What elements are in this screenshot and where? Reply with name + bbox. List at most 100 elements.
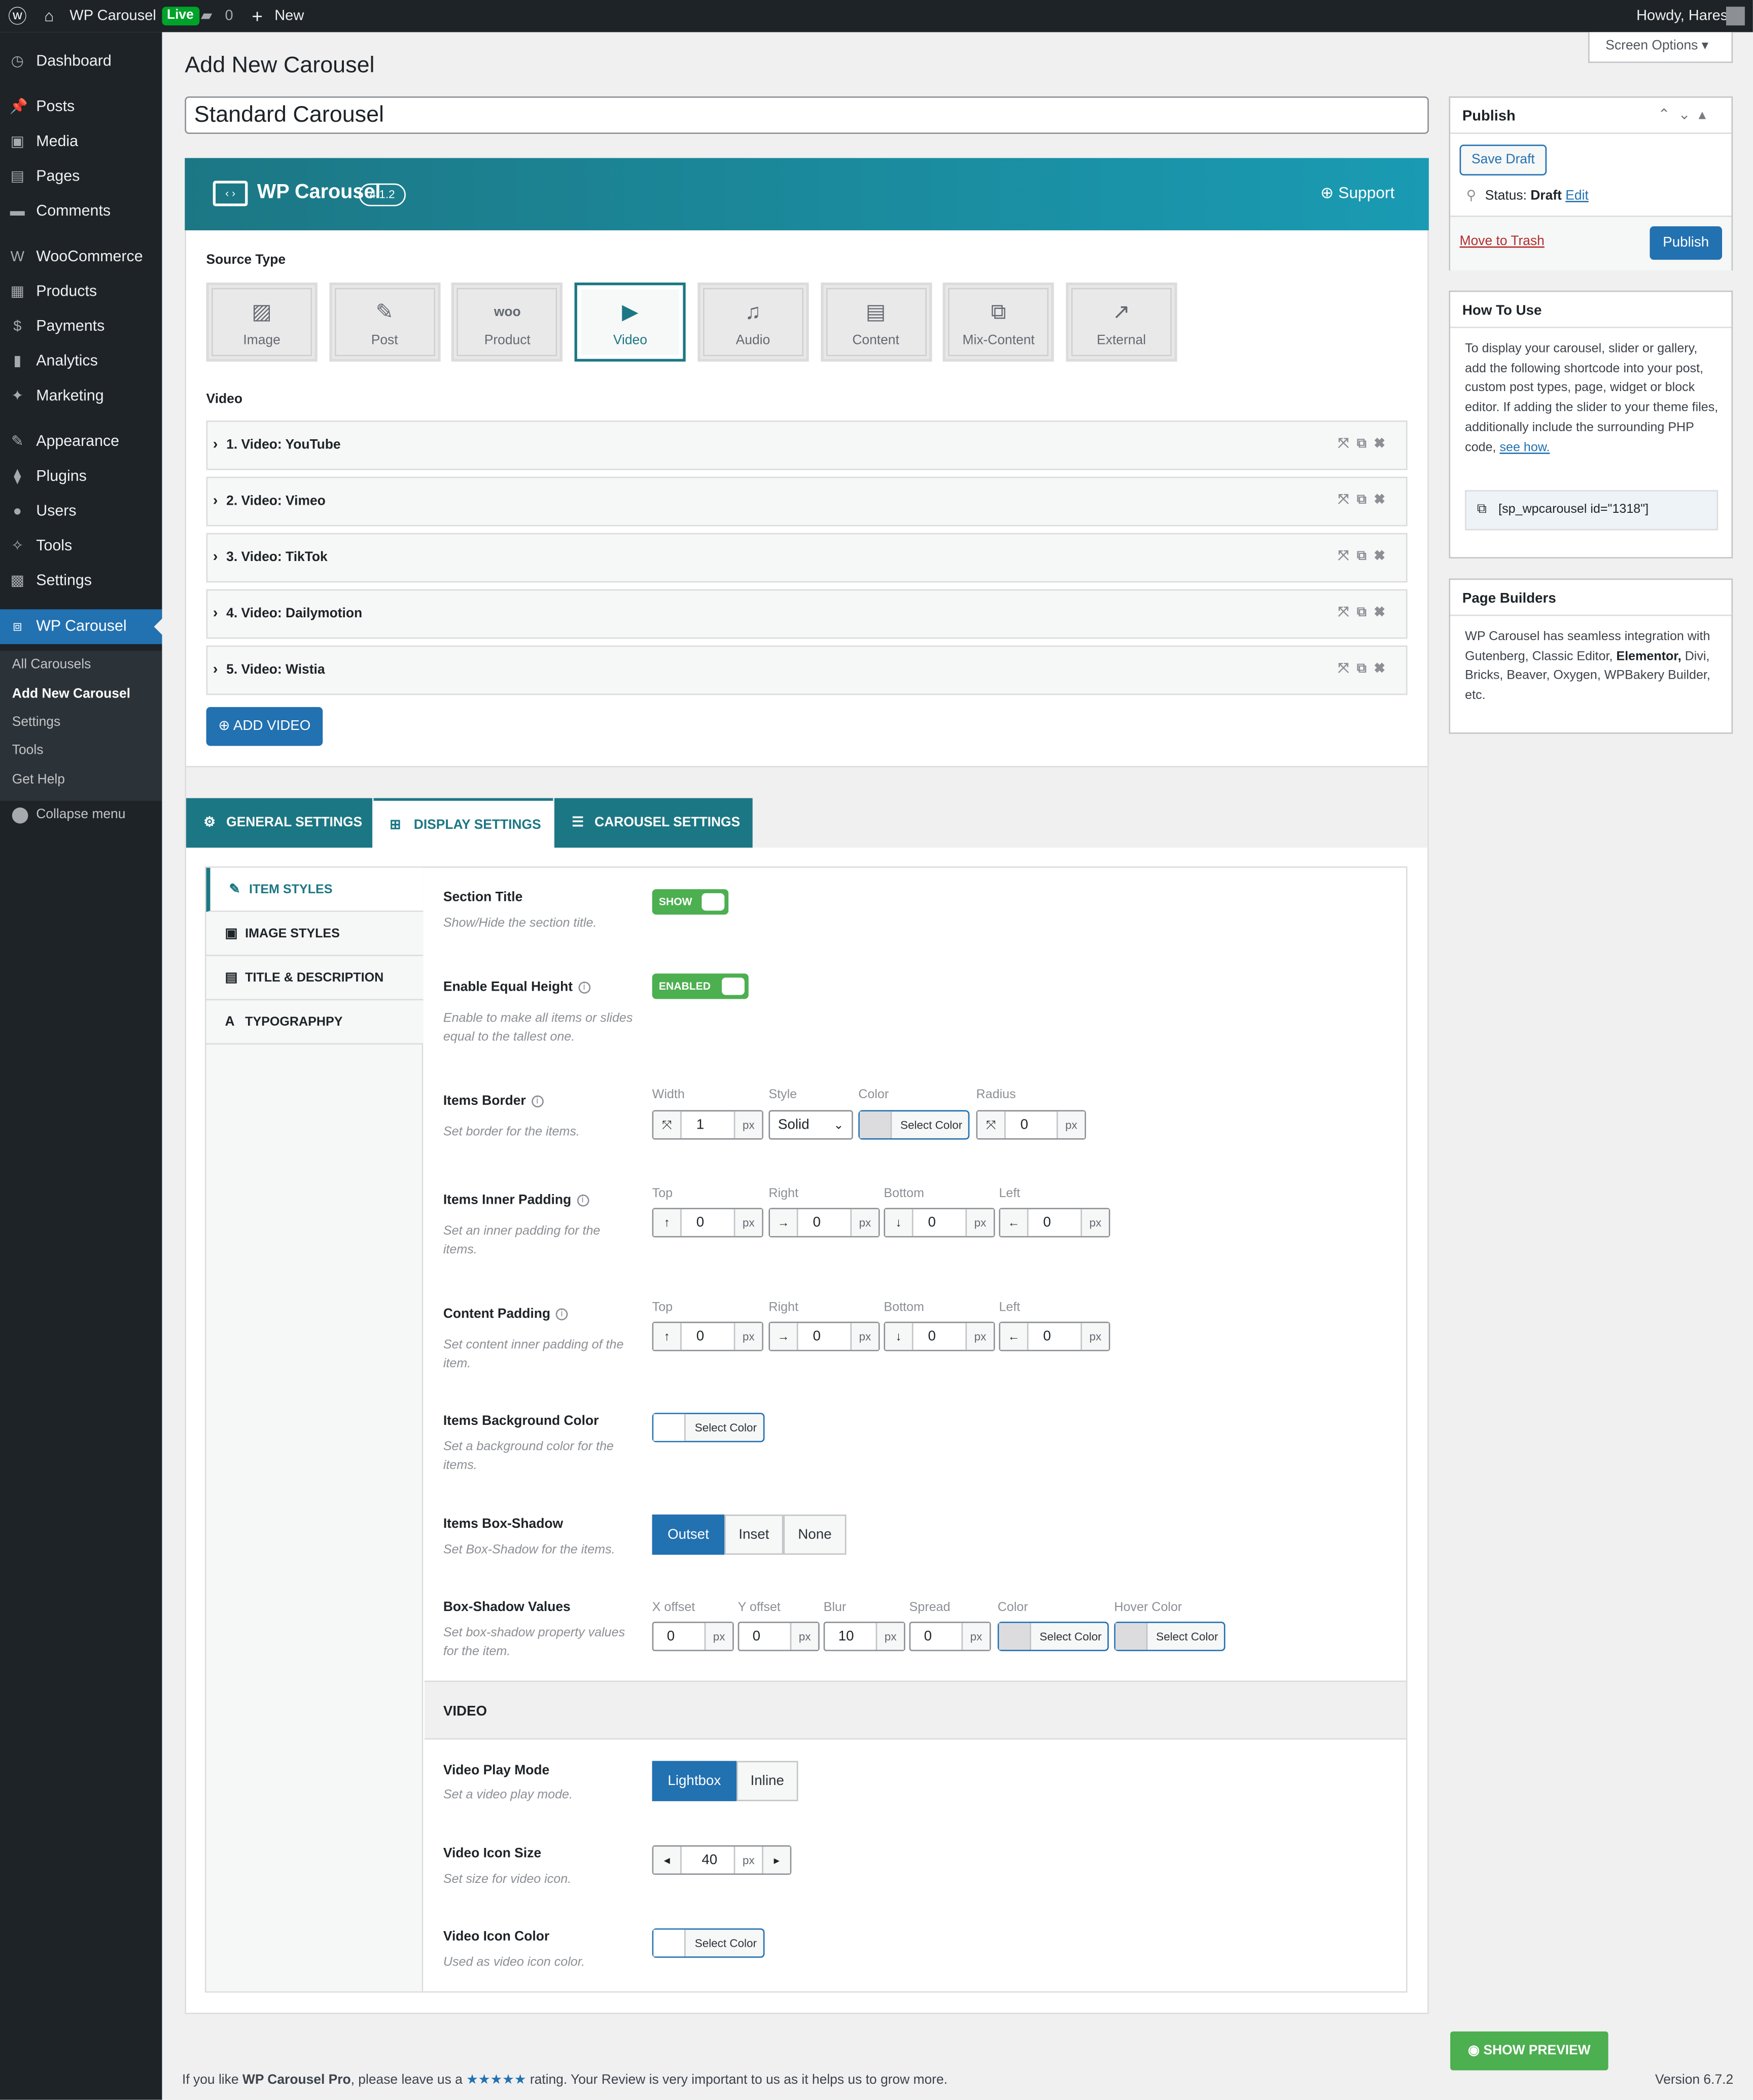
screen-options-button[interactable]: Screen Options ▾ (1588, 32, 1733, 63)
video-item[interactable]: › 1. Video: YouTube ⤧⧉✖ (206, 420, 1408, 470)
sidebar-item-analytics[interactable]: ▮ Analytics (0, 344, 162, 379)
shadow-x-offset-input[interactable]: 0 px (652, 1622, 734, 1652)
equal-height-toggle[interactable]: ENABLED (652, 973, 749, 999)
shortcode-box[interactable]: ⧉ [sp_wpcarousel id="1318"] (1465, 490, 1719, 531)
sidebar-item-pages[interactable]: ▤ Pages (0, 159, 162, 194)
tab-carousel-settings[interactable]: ☰ CAROUSEL SETTINGS (554, 798, 753, 848)
chevron-right-icon[interactable]: › (213, 605, 218, 621)
bg-color-button[interactable]: Select Color (652, 1413, 765, 1443)
expand-icon[interactable]: ⤧ (1338, 493, 1357, 508)
subtab-typography[interactable]: A TYPOGRAPHPY (206, 1000, 424, 1045)
sidebar-item-marketing[interactable]: ✦ Marketing (0, 379, 162, 414)
content-padding-bottom-input[interactable]: ↓ 0 px (884, 1321, 995, 1351)
items-inner-padding-right-input[interactable]: → 0 px (768, 1208, 880, 1238)
tab-general-settings[interactable]: ⚙ GENERAL SETTINGS (186, 798, 372, 848)
close-icon[interactable]: ✖ (1375, 661, 1393, 676)
tab-display-settings[interactable]: ⊞ DISPLAY SETTINGS (373, 798, 553, 848)
duplicate-icon[interactable]: ⧉ (1357, 661, 1375, 676)
source-type-audio[interactable]: ♫ Audio (697, 283, 809, 362)
close-icon[interactable]: ✖ (1375, 493, 1393, 508)
subtab-item-styles[interactable]: ✎ ITEM STYLES (206, 867, 424, 912)
duplicate-icon[interactable]: ⧉ (1357, 605, 1375, 620)
sidebar-item-settings[interactable]: ▩ Settings (0, 564, 162, 599)
video-item[interactable]: › 4. Video: Dailymotion ⤧⧉✖ (206, 589, 1408, 639)
shadow-none-option[interactable]: None (783, 1514, 847, 1555)
info-icon[interactable]: i (576, 1194, 589, 1207)
duplicate-icon[interactable]: ⧉ (1357, 437, 1375, 451)
content-padding-top-input[interactable]: ↑ 0 px (652, 1321, 763, 1351)
info-icon[interactable]: i (555, 1308, 568, 1320)
publish-button[interactable]: Publish (1650, 226, 1723, 260)
shadow-y-offset-input[interactable]: 0 px (738, 1622, 820, 1652)
video-item[interactable]: › 5. Video: Wistia ⤧⧉✖ (206, 645, 1408, 695)
subtab-title-description[interactable]: ▤ TITLE & DESCRIPTION (206, 956, 424, 1001)
chevron-right-icon[interactable]: › (213, 437, 218, 453)
items-inner-padding-top-input[interactable]: ↑ 0 px (652, 1208, 763, 1238)
source-type-post[interactable]: ✎ Post (329, 283, 440, 362)
save-draft-button[interactable]: Save Draft (1459, 145, 1547, 176)
shadow-blur-input[interactable]: 10 px (823, 1622, 905, 1652)
submenu-item-tools[interactable]: Tools (0, 737, 162, 764)
border-width-input[interactable]: ⤧ 1 px (652, 1110, 763, 1140)
close-icon[interactable]: ✖ (1375, 549, 1393, 564)
panel-arrows-icon[interactable]: ⌃⌄▴ (1658, 106, 1714, 123)
expand-icon[interactable]: ⤧ (1338, 605, 1357, 620)
show-preview-button[interactable]: ◉ SHOW PREVIEW (1450, 2031, 1608, 2071)
collapse-menu[interactable]: Collapse menu (36, 808, 125, 822)
howdy-user[interactable]: Howdy, Hares (1636, 0, 1728, 32)
shadow-color-button[interactable]: Select Color (997, 1622, 1109, 1652)
play-mode-inline-option[interactable]: Inline (737, 1761, 798, 1801)
shadow-hover-color-button[interactable]: Select Color (1114, 1622, 1225, 1652)
sidebar-item-comments[interactable]: ▬ Comments (0, 194, 162, 229)
add-video-button[interactable]: ⊕ ADD VIDEO (206, 707, 323, 746)
sidebar-item-tools[interactable]: ✧ Tools (0, 529, 162, 564)
icon-size-stepper[interactable]: ◂ 40 px ▸ (652, 1845, 792, 1875)
shadow-inset-option[interactable]: Inset (724, 1514, 784, 1555)
sidebar-item-plugins[interactable]: ⧫ Plugins (0, 460, 162, 495)
info-icon[interactable]: i (531, 1095, 544, 1107)
video-item[interactable]: › 2. Video: Vimeo ⤧⧉✖ (206, 476, 1408, 527)
source-type-mix-content[interactable]: ⧉ Mix-Content (943, 283, 1055, 362)
close-icon[interactable]: ✖ (1375, 605, 1393, 620)
avatar[interactable] (1726, 7, 1745, 26)
sidebar-item-products[interactable]: ▦ Products (0, 274, 162, 309)
play-mode-lightbox-option[interactable]: Lightbox (652, 1761, 737, 1801)
info-icon[interactable]: i (578, 981, 590, 994)
sidebar-item-posts[interactable]: 📌 Posts (0, 90, 162, 125)
duplicate-icon[interactable]: ⧉ (1357, 493, 1375, 508)
chevron-right-icon[interactable]: › (213, 493, 218, 509)
border-color-button[interactable]: Select Color (858, 1110, 970, 1140)
sidebar-item-woocommerce[interactable]: W WooCommerce (0, 240, 162, 275)
source-type-external[interactable]: ↗ External (1066, 283, 1177, 362)
status-edit-link[interactable]: Edit (1565, 189, 1588, 203)
sidebar-item-payments[interactable]: $ Payments (0, 309, 162, 344)
content-padding-left-input[interactable]: ← 0 px (999, 1321, 1110, 1351)
items-inner-padding-bottom-input[interactable]: ↓ 0 px (884, 1208, 995, 1238)
shadow-outset-option[interactable]: Outset (652, 1514, 725, 1555)
comment-bubble-icon[interactable]: ▰ (201, 0, 212, 32)
content-padding-right-input[interactable]: → 0 px (768, 1321, 880, 1351)
submenu-item-add-new-carousel[interactable]: Add New Carousel (0, 680, 162, 708)
chevron-right-icon[interactable]: › (213, 549, 218, 565)
items-inner-padding-left-input[interactable]: ← 0 px (999, 1208, 1110, 1238)
site-name-link[interactable]: WP Carousel Live (69, 0, 199, 32)
submenu-item-all-carousels[interactable]: All Carousels (0, 651, 162, 679)
new-link[interactable]: New (274, 0, 304, 32)
source-type-video[interactable]: ▶ Video (574, 283, 686, 362)
border-radius-input[interactable]: ⤧ 0 px (976, 1110, 1086, 1140)
wordpress-logo-icon[interactable]: ⓦ (8, 0, 27, 32)
border-style-select[interactable]: Solid ⌄ (768, 1110, 853, 1140)
support-link[interactable]: ⊕ Support (1320, 184, 1394, 202)
decrement-icon[interactable]: ◂ (653, 1846, 682, 1874)
sidebar-item-users[interactable]: ● Users (0, 494, 162, 529)
icon-color-button[interactable]: Select Color (652, 1928, 765, 1958)
increment-icon[interactable]: ▸ (762, 1846, 790, 1874)
submenu-item-get-help[interactable]: Get Help (0, 766, 162, 794)
video-item[interactable]: › 3. Video: TikTok ⤧⧉✖ (206, 533, 1408, 583)
rating-stars-link[interactable]: ★★★★★ (466, 2073, 526, 2088)
source-type-content[interactable]: ▤ Content (820, 283, 932, 362)
expand-icon[interactable]: ⤧ (1338, 661, 1357, 676)
source-type-image[interactable]: ▨ Image (206, 283, 318, 362)
expand-icon[interactable]: ⤧ (1338, 437, 1357, 451)
move-to-trash-link[interactable]: Move to Trash (1460, 234, 1545, 249)
